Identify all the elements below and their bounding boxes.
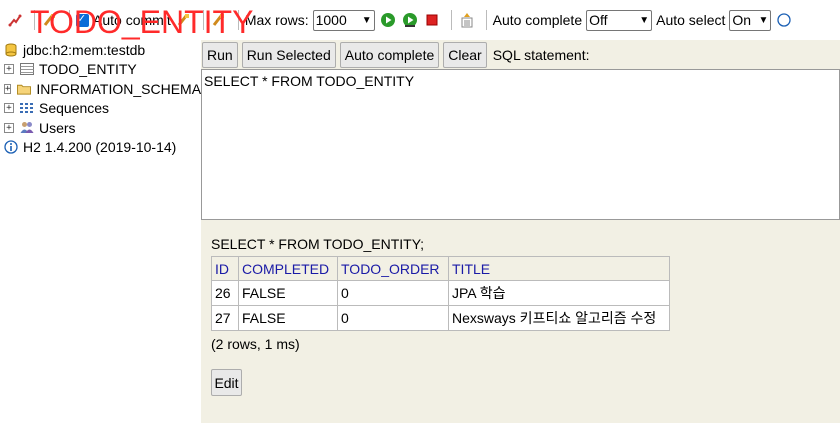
toolbar-separator bbox=[34, 10, 35, 30]
result-area: SELECT * FROM TODO_ENTITY; ID COMPLETED … bbox=[211, 236, 670, 352]
tree-item-information-schema[interactable]: + INFORMATION_SCHEMA bbox=[0, 79, 201, 99]
auto-select-value: On bbox=[732, 12, 752, 28]
tree-item-users[interactable]: + Users bbox=[0, 118, 201, 138]
disconnect-icon[interactable] bbox=[6, 11, 24, 29]
folder-icon bbox=[17, 82, 32, 96]
users-icon bbox=[20, 121, 34, 135]
table-row: 26 FALSE 0 JPA 학습 bbox=[211, 280, 670, 306]
table-cell: 27 bbox=[211, 305, 239, 331]
toolbar: Auto commit Max rows: 1000 ▼ Auto comple… bbox=[0, 0, 840, 40]
connection-node[interactable]: jdbc:h2:mem:testdb bbox=[0, 40, 201, 60]
table-cell: 0 bbox=[337, 280, 449, 306]
column-header[interactable]: COMPLETED bbox=[238, 256, 338, 281]
table-cell: JPA 학습 bbox=[448, 280, 670, 306]
run-button[interactable]: Run bbox=[202, 42, 238, 68]
run-selected-icon[interactable] bbox=[401, 11, 419, 29]
expand-icon[interactable]: + bbox=[4, 122, 14, 133]
tree-item-label: Sequences bbox=[39, 100, 110, 117]
commit-icon[interactable] bbox=[210, 11, 228, 29]
table-row: 27 FALSE 0 Nexsways 키프티쇼 알고리즘 수정 bbox=[211, 305, 670, 331]
tree-item-label: TODO_ENTITY bbox=[39, 61, 137, 78]
expand-icon[interactable]: + bbox=[4, 103, 14, 114]
tree-item-label: Users bbox=[39, 119, 76, 136]
chevron-down-icon: ▼ bbox=[758, 14, 769, 26]
sql-editor[interactable]: SELECT * FROM TODO_ENTITY bbox=[201, 69, 840, 220]
help-icon[interactable] bbox=[775, 11, 793, 29]
result-table: ID COMPLETED TODO_ORDER TITLE 26 FALSE 0… bbox=[211, 256, 670, 331]
edit-button[interactable]: Edit bbox=[211, 369, 242, 396]
run-icon[interactable] bbox=[379, 11, 397, 29]
auto-select-label: Auto select bbox=[656, 12, 726, 28]
column-header[interactable]: TITLE bbox=[448, 256, 670, 281]
clear-button[interactable]: Clear bbox=[443, 42, 487, 68]
table-cell: FALSE bbox=[238, 280, 338, 306]
history-icon[interactable] bbox=[458, 11, 476, 29]
toolbar-separator bbox=[237, 10, 239, 30]
query-button-bar: Run Run Selected Auto complete Clear SQL… bbox=[201, 40, 840, 70]
table-cell: 26 bbox=[211, 280, 239, 306]
tree-item-todo-entity[interactable]: + TODO_ENTITY bbox=[0, 60, 201, 80]
tree-item-label: INFORMATION_SCHEMA bbox=[36, 80, 201, 97]
auto-select-select[interactable]: On ▼ bbox=[729, 9, 772, 31]
toolbar-separator bbox=[450, 10, 452, 30]
schema-tree: jdbc:h2:mem:testdb + TODO_ENTITY + INFOR… bbox=[0, 40, 201, 423]
toolbar-separator bbox=[485, 10, 487, 30]
chevron-down-icon: ▼ bbox=[639, 14, 650, 26]
chevron-down-icon: ▼ bbox=[361, 14, 372, 26]
max-rows-select[interactable]: 1000 ▼ bbox=[312, 9, 375, 31]
refresh-icon[interactable] bbox=[41, 11, 59, 29]
connection-label: jdbc:h2:mem:testdb bbox=[23, 41, 146, 58]
table-cell: 0 bbox=[337, 305, 449, 331]
auto-complete-label: Auto complete bbox=[492, 12, 583, 28]
expand-icon[interactable]: + bbox=[4, 64, 14, 75]
table-icon bbox=[20, 62, 34, 76]
toolbar-separator bbox=[69, 10, 70, 30]
auto-commit-label: Auto commit bbox=[93, 12, 171, 28]
result-sql: SELECT * FROM TODO_ENTITY; bbox=[211, 236, 425, 252]
rollback-icon[interactable] bbox=[175, 11, 193, 29]
version-node: H2 1.4.200 (2019-10-14) bbox=[0, 138, 201, 158]
sql-statement-label: SQL statement: bbox=[492, 47, 590, 63]
auto-complete-button[interactable]: Auto complete bbox=[339, 42, 440, 68]
result-header-row: ID COMPLETED TODO_ORDER TITLE bbox=[211, 256, 670, 281]
result-summary: (2 rows, 1 ms) bbox=[211, 336, 300, 352]
auto-complete-select[interactable]: Off ▼ bbox=[586, 9, 653, 31]
stop-icon[interactable] bbox=[423, 11, 441, 29]
sql-editor-text: SELECT * FROM TODO_ENTITY bbox=[204, 73, 415, 89]
auto-commit-checkbox[interactable] bbox=[76, 12, 89, 27]
max-rows-label: Max rows: bbox=[244, 12, 309, 28]
expand-icon[interactable]: + bbox=[4, 83, 12, 94]
version-label: H2 1.4.200 (2019-10-14) bbox=[23, 139, 177, 156]
tree-item-sequences[interactable]: + Sequences bbox=[0, 99, 201, 119]
table-cell: FALSE bbox=[238, 305, 338, 331]
database-icon bbox=[4, 43, 18, 57]
column-header[interactable]: ID bbox=[211, 256, 239, 281]
info-icon bbox=[4, 140, 18, 154]
column-header[interactable]: TODO_ORDER bbox=[337, 256, 449, 281]
auto-complete-value: Off bbox=[589, 12, 608, 28]
max-rows-value: 1000 bbox=[315, 12, 347, 28]
run-selected-button[interactable]: Run Selected bbox=[241, 42, 336, 68]
sequences-icon bbox=[20, 101, 34, 115]
table-cell: Nexsways 키프티쇼 알고리즘 수정 bbox=[448, 305, 670, 331]
toolbar-separator bbox=[202, 10, 204, 30]
query-panel: Run Run Selected Auto complete Clear SQL… bbox=[201, 40, 840, 423]
